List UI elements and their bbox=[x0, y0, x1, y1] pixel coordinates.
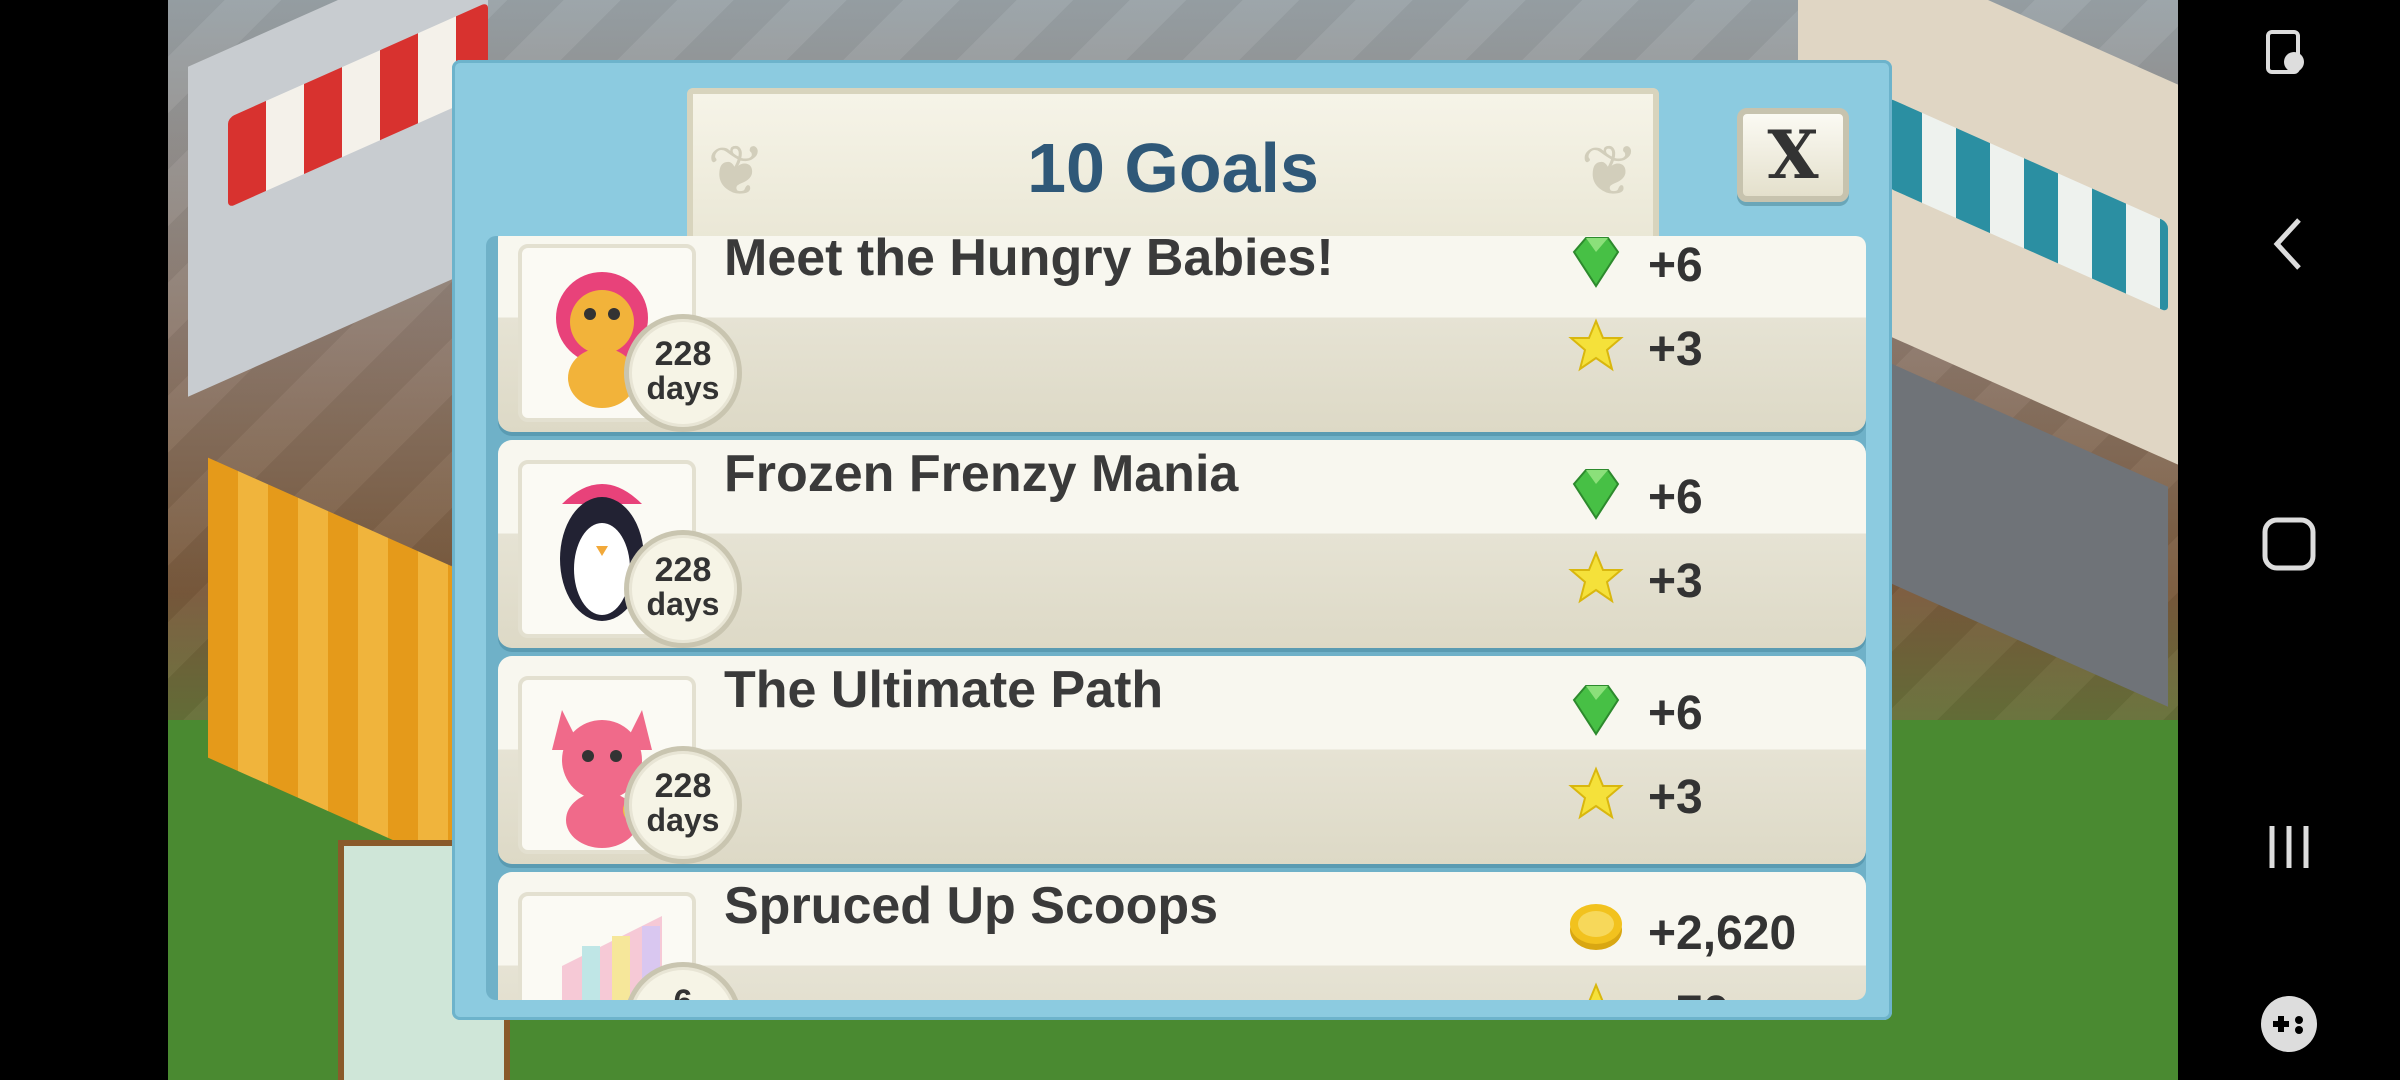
android-nav-bar bbox=[2178, 0, 2400, 1080]
goal-card[interactable]: 6 Spruced Up Scoops +2,620 +70 bbox=[498, 872, 1866, 1000]
reward-value: +3 bbox=[1648, 771, 1703, 824]
goal-title: Spruced Up Scoops bbox=[724, 877, 1219, 935]
coin-icon bbox=[1570, 904, 1622, 950]
reward-value: +3 bbox=[1648, 555, 1703, 608]
reward-value: +6 bbox=[1648, 471, 1703, 524]
reward-value: +70 bbox=[1648, 986, 1729, 1000]
reward-value: +6 bbox=[1648, 687, 1703, 740]
gem-icon bbox=[1572, 237, 1620, 288]
goals-list[interactable]: 228 days Meet the Hungry Babies! +6 +3 2… bbox=[486, 236, 1866, 1000]
goal-timer: 228 days bbox=[624, 314, 742, 432]
gem-icon bbox=[1572, 469, 1620, 520]
goals-dialog: ❦ ❦ 10 Goals X 228 days Meet the Hungry … bbox=[452, 60, 1892, 1020]
goal-title: Frozen Frenzy Mania bbox=[724, 445, 1239, 503]
reward-value: +6 bbox=[1648, 239, 1703, 292]
close-icon: X bbox=[1767, 116, 1819, 194]
gem-icon bbox=[1572, 685, 1620, 736]
goal-title: The Ultimate Path bbox=[724, 661, 1164, 719]
recents-icon[interactable] bbox=[2264, 822, 2314, 872]
reward-value: +2,620 bbox=[1648, 907, 1797, 960]
star-icon bbox=[1568, 318, 1624, 372]
goal-card[interactable]: 228 days Meet the Hungry Babies! +6 +3 bbox=[498, 236, 1866, 432]
goal-timer: 228 days bbox=[624, 746, 742, 864]
star-icon bbox=[1588, 982, 1604, 1000]
title-plate: ❦ ❦ 10 Goals bbox=[687, 88, 1659, 258]
dialog-title: 10 Goals bbox=[1027, 129, 1319, 207]
reward-value: +3 bbox=[1648, 323, 1703, 376]
back-icon[interactable] bbox=[2269, 214, 2309, 274]
home-icon[interactable] bbox=[2261, 516, 2317, 572]
goal-card[interactable]: 228 days Frozen Frenzy Mania +6 +3 bbox=[498, 440, 1866, 648]
star-icon bbox=[1568, 550, 1624, 604]
star-icon bbox=[1568, 766, 1624, 820]
goal-title: Meet the Hungry Babies! bbox=[724, 236, 1334, 287]
goal-timer: 228 days bbox=[624, 530, 742, 648]
goal-card[interactable]: 228 days The Ultimate Path +6 +3 bbox=[498, 656, 1866, 864]
screen-pin-icon[interactable] bbox=[2264, 28, 2314, 84]
close-button[interactable]: X bbox=[1737, 108, 1849, 202]
game-launcher-icon[interactable] bbox=[2259, 994, 2319, 1054]
